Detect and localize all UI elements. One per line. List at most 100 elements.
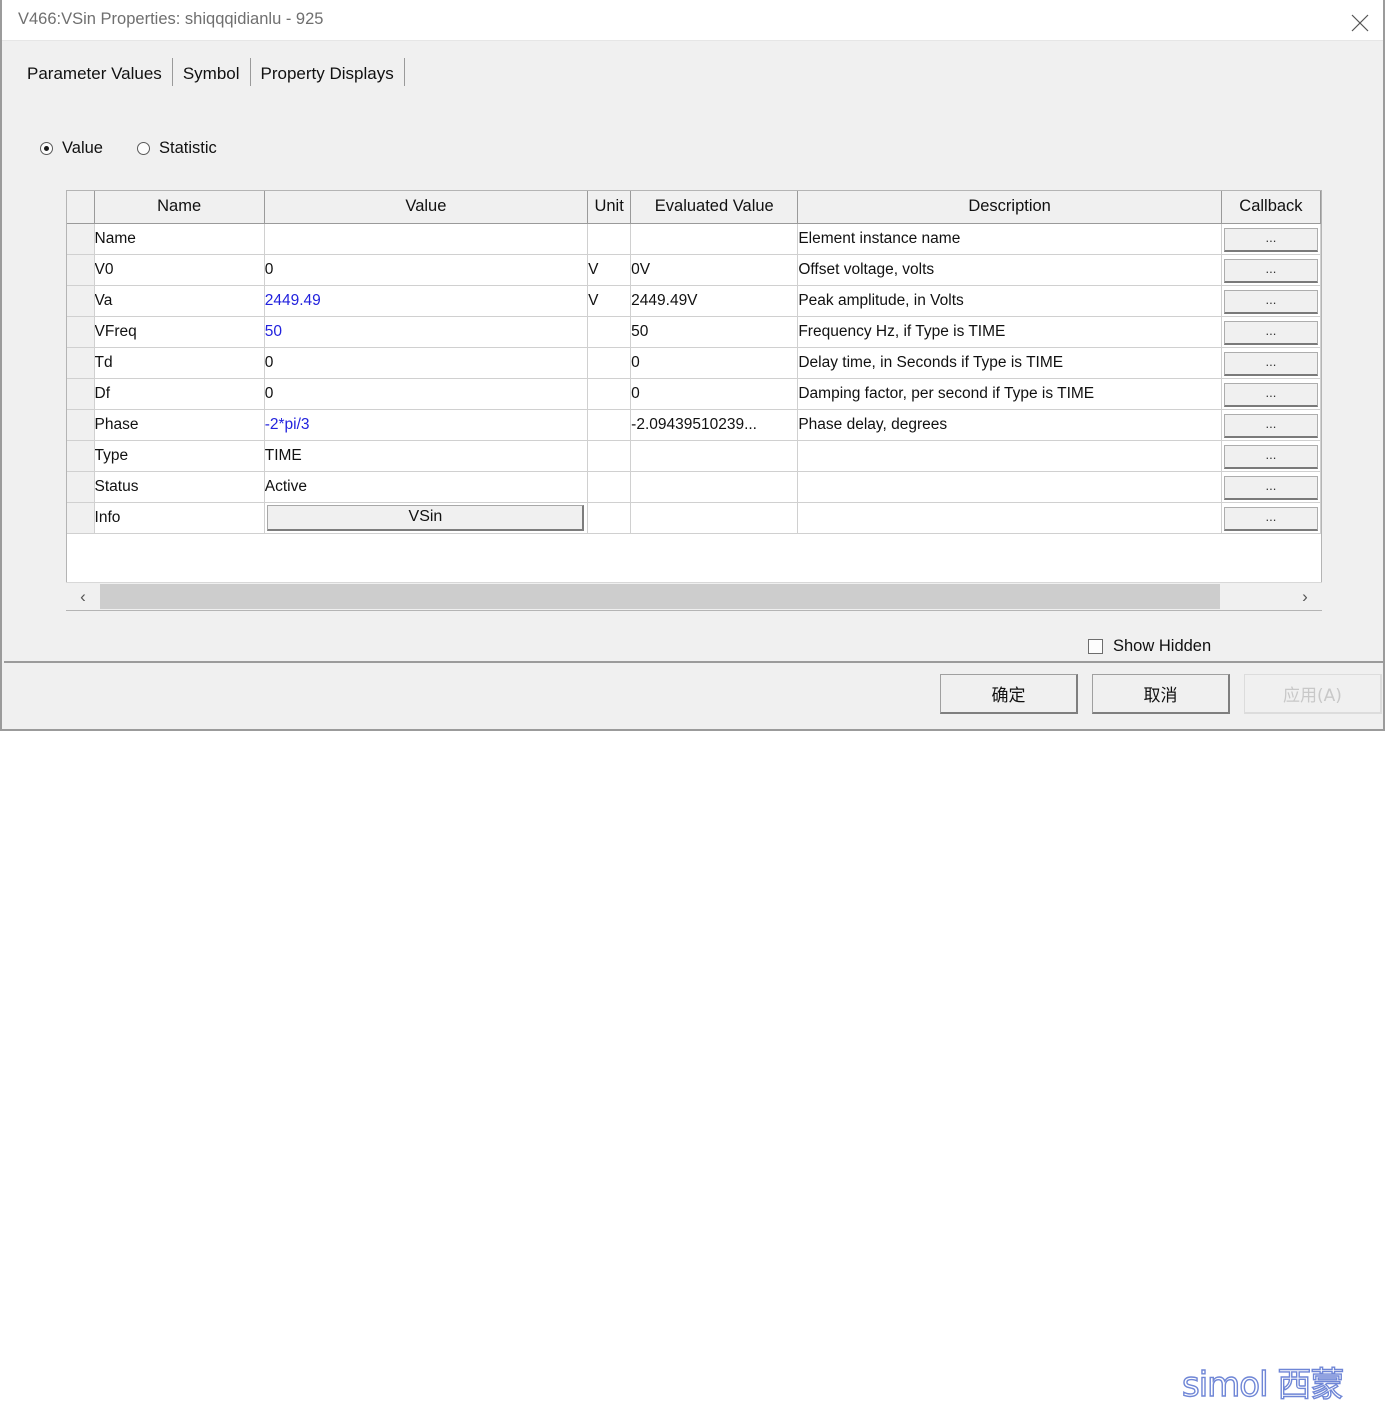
table-row[interactable]: V0 0 V 0V Offset voltage, volts... [67,254,1321,286]
cell-evaluated[interactable] [630,440,799,472]
scrollbar-thumb[interactable] [100,584,1220,609]
cell-callback[interactable]: ... [1221,440,1321,472]
cell-name[interactable]: VFreq [94,316,265,348]
cell-name[interactable]: Phase [94,409,265,441]
cell-value[interactable]: VSin [264,502,589,534]
cell-evaluated[interactable]: 0V [630,254,799,286]
cell-value[interactable]: -2*pi/3 [264,409,589,441]
row-select-cell[interactable] [67,440,95,472]
table-row[interactable]: Df 0 0 Damping factor, per second if Type i… [67,378,1321,410]
cell-callback[interactable]: ... [1221,378,1321,410]
row-select-cell[interactable] [67,347,95,379]
cell-callback[interactable]: ... [1221,316,1321,348]
cell-evaluated[interactable]: 50 [630,316,799,348]
callback-ellipsis-button[interactable]: ... [1223,351,1318,376]
cell-description[interactable]: Phase delay, degrees [797,409,1222,441]
col-header-select[interactable] [67,191,95,224]
cell-callback[interactable]: ... [1221,254,1321,286]
tab-property-displays[interactable]: Property Displays [250,58,405,87]
cell-value[interactable]: 0 [264,347,589,379]
ok-button[interactable]: 确定 [940,674,1078,714]
cell-description[interactable]: Element instance name [797,223,1222,255]
row-select-cell[interactable] [67,471,95,503]
cell-unit[interactable] [587,471,632,503]
cell-description[interactable]: Delay time, in Seconds if Type is TIME [797,347,1222,379]
row-select-cell[interactable] [67,316,95,348]
callback-ellipsis-button[interactable]: ... [1223,506,1318,531]
cell-description[interactable] [797,502,1222,534]
cell-unit[interactable] [587,409,632,441]
col-header-unit[interactable]: Unit [587,191,632,224]
cell-evaluated[interactable]: 0 [630,347,799,379]
radio-statistical[interactable]: Statistic [136,139,231,158]
cell-description[interactable]: Frequency Hz, if Type is TIME [797,316,1222,348]
cell-callback[interactable]: ... [1221,471,1321,503]
tab-symbol[interactable]: Symbol [172,58,251,87]
cell-description[interactable] [797,440,1222,472]
row-select-cell[interactable] [67,378,95,410]
cell-value[interactable] [264,223,589,255]
cell-name[interactable]: Name [94,223,265,255]
table-row[interactable]: Type TIME... [67,440,1321,472]
tab-parameter-values[interactable]: Parameter Values [16,58,173,87]
scrollbar-track[interactable] [100,583,1288,610]
callback-ellipsis-button[interactable]: ... [1223,320,1318,345]
cell-description[interactable]: Offset voltage, volts [797,254,1222,286]
cell-name[interactable]: Td [94,347,265,379]
info-vsin-button[interactable]: VSin [267,505,585,531]
cell-evaluated[interactable]: -2.09439510239... [630,409,799,441]
cell-evaluated[interactable]: 0 [630,378,799,410]
cell-unit[interactable] [587,347,632,379]
callback-ellipsis-button[interactable]: ... [1223,289,1318,314]
cell-unit[interactable] [587,502,632,534]
callback-ellipsis-button[interactable]: ... [1223,413,1318,438]
cell-name[interactable]: Status [94,471,265,503]
col-header-name[interactable]: Name [94,191,265,224]
col-header-value[interactable]: Value [264,191,589,224]
cell-value[interactable]: 2449.49 [264,285,589,317]
cell-description[interactable]: Damping factor, per second if Type is TI… [797,378,1222,410]
cell-unit[interactable] [587,223,632,255]
cancel-button[interactable]: 取消 [1092,674,1230,714]
col-header-callback[interactable]: Callback [1221,191,1321,224]
callback-ellipsis-button[interactable]: ... [1223,444,1318,469]
row-select-cell[interactable] [67,409,95,441]
scroll-left-arrow-icon[interactable]: ‹ [66,583,100,610]
cell-callback[interactable]: ... [1221,347,1321,379]
table-row[interactable]: Va 2449.49 V 2449.49V Peak amplitude, in Vol… [67,285,1321,317]
cell-name[interactable]: Df [94,378,265,410]
cell-evaluated[interactable] [630,502,799,534]
cell-value[interactable]: 0 [264,378,589,410]
cell-description[interactable]: Peak amplitude, in Volts [797,285,1222,317]
cell-unit[interactable]: V [587,285,632,317]
row-select-cell[interactable] [67,254,95,286]
cell-name[interactable]: Va [94,285,265,317]
scroll-right-arrow-icon[interactable]: › [1288,583,1322,610]
row-select-cell[interactable] [67,502,95,534]
row-select-cell[interactable] [67,285,95,317]
cell-evaluated[interactable] [630,223,799,255]
callback-ellipsis-button[interactable]: ... [1223,227,1318,252]
cell-callback[interactable]: ... [1221,502,1321,534]
col-header-evaluated[interactable]: Evaluated Value [630,191,799,224]
cell-evaluated[interactable] [630,471,799,503]
cell-name[interactable]: Type [94,440,265,472]
table-row[interactable]: VFreq 50 50 Frequency Hz, if Type is TIME..… [67,316,1321,348]
show-hidden-checkbox[interactable]: Show Hidden [1088,637,1211,656]
table-row[interactable]: Status Active... [67,471,1321,503]
row-select-cell[interactable] [67,223,95,255]
table-row[interactable]: Phase -2*pi/3 -2.09439510239... Phase delay… [67,409,1321,441]
cell-value[interactable]: TIME [264,440,589,472]
callback-ellipsis-button[interactable]: ... [1223,382,1318,407]
radio-value[interactable]: Value [40,139,103,158]
col-header-description[interactable]: Description [797,191,1222,224]
cell-value[interactable]: 0 [264,254,589,286]
cell-name[interactable]: V0 [94,254,265,286]
table-row[interactable]: Td 0 0 Delay time, in Seconds if Type is TI… [67,347,1321,379]
cell-description[interactable] [797,471,1222,503]
callback-ellipsis-button[interactable]: ... [1223,258,1318,283]
close-icon[interactable] [1337,0,1383,41]
cell-value[interactable]: Active [264,471,589,503]
cell-callback[interactable]: ... [1221,285,1321,317]
cell-unit[interactable] [587,440,632,472]
